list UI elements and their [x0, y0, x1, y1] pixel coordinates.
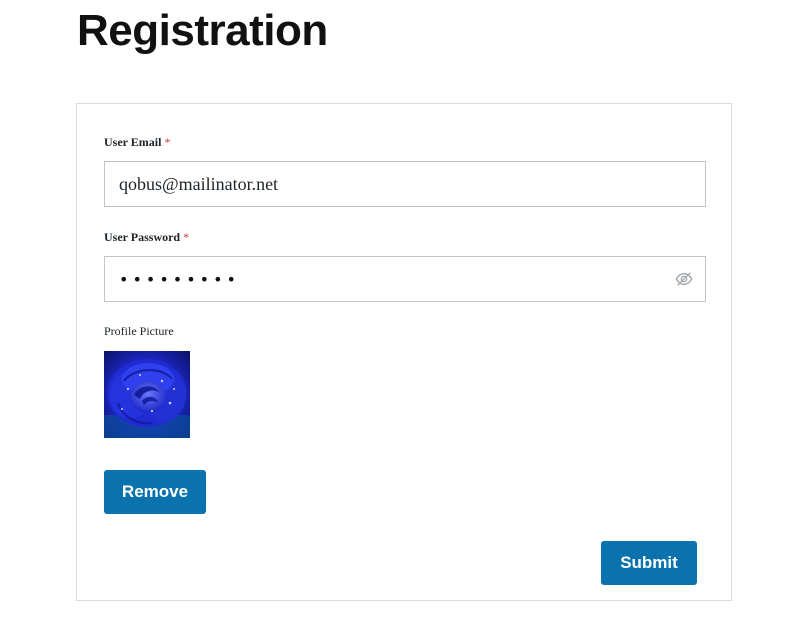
email-field-value: qobus@mailinator.net [119, 173, 279, 194]
eye-slash-icon[interactable] [675, 270, 693, 288]
submit-button[interactable]: Submit [601, 541, 697, 585]
required-mark: * [164, 135, 171, 149]
password-label-text: User Password [104, 230, 181, 244]
email-label-text: User Email [104, 135, 162, 149]
email-field[interactable]: qobus@mailinator.net [104, 161, 706, 207]
remove-button[interactable]: Remove [104, 470, 206, 514]
registration-form: User Email * qobus@mailinator.net User Pa… [76, 103, 732, 601]
profile-picture-label: Profile Picture [104, 324, 174, 338]
page-title: Registration [77, 6, 328, 55]
password-label: User Password * [104, 230, 189, 245]
registration-page: Registration User Email * qobus@mailinato… [0, 0, 792, 624]
password-field-value: ••••••••• [119, 269, 240, 289]
password-field[interactable]: ••••••••• [104, 256, 706, 302]
profile-picture-image [104, 351, 190, 438]
required-mark: * [183, 230, 190, 244]
email-label: User Email * [104, 135, 170, 150]
